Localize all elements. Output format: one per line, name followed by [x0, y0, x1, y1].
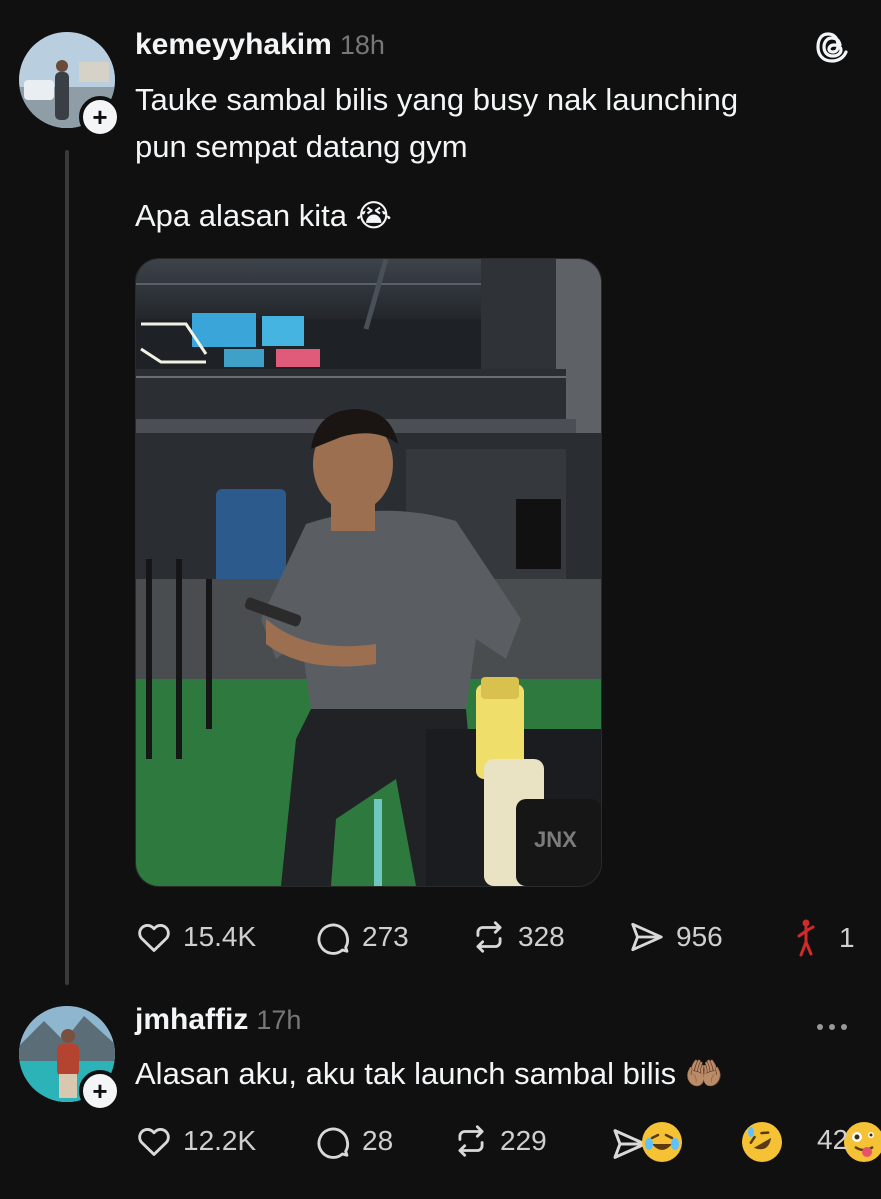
more-dots-icon[interactable]: [817, 1017, 853, 1035]
post-text-line-3-text: Apa alasan kita: [135, 198, 347, 233]
repost-icon: [476, 921, 502, 953]
send-icon: [631, 922, 663, 952]
zany-face-emoji-icon: [843, 1122, 881, 1162]
gym-photo: JNX: [136, 259, 601, 886]
laughing-tears-emoji-icon: [642, 1122, 682, 1162]
sticker-reaction[interactable]: 1: [795, 918, 855, 958]
reply-timestamp: 17h: [256, 1005, 302, 1035]
post-header: kemeyyhakim 18h: [135, 28, 385, 62]
reply-repost-count: 229: [500, 1125, 547, 1156]
reply-username[interactable]: jmhaffiz: [135, 1003, 248, 1037]
reply-reply-action[interactable]: 28: [314, 1122, 393, 1160]
threads-logo-icon[interactable]: [813, 27, 853, 72]
post-text-line-3: Apa alasan kita 😭: [135, 192, 835, 239]
svg-text:JNX: JNX: [534, 827, 577, 852]
like-action[interactable]: 15.4K: [135, 918, 256, 956]
rolling-laughing-emoji-icon: [742, 1122, 783, 1162]
plus-icon: +: [92, 102, 108, 132]
post-timestamp: 18h: [339, 30, 385, 60]
comment-bubble-icon: [317, 923, 350, 955]
post-username[interactable]: kemeyyhakim: [135, 28, 332, 62]
dancing-figure-sticker-icon: [797, 919, 815, 957]
reply-text: Alasan aku, aku tak launch sambal bilis: [135, 1056, 677, 1091]
praying-hands-emoji: 🤲🏽: [684, 1056, 724, 1091]
reaction-count: 42: [817, 1124, 848, 1156]
like-count: 15.4K: [183, 921, 257, 952]
share-count: 956: [676, 921, 723, 952]
post-text-line-1: Tauke sambal bilis yang busy nak launchi…: [135, 82, 739, 117]
repost-action[interactable]: 328: [470, 918, 565, 956]
reply-action[interactable]: 273: [314, 918, 409, 956]
reply-repost-action[interactable]: 229: [452, 1122, 547, 1160]
share-action[interactable]: 956: [628, 918, 723, 956]
post-image[interactable]: JNX: [135, 258, 602, 887]
reply-like-count: 12.2K: [183, 1125, 257, 1156]
repost-count: 328: [518, 921, 565, 952]
post-text-line-2: pun sempat datang gym: [135, 129, 468, 164]
reply-follow-plus-button[interactable]: +: [79, 1070, 121, 1112]
heart-icon: [138, 924, 170, 952]
plus-icon: +: [92, 1076, 108, 1106]
sticker-count: 1: [839, 922, 855, 953]
repost-icon: [458, 1125, 484, 1157]
reaction-count-value: 42: [817, 1124, 849, 1155]
thread-connector-line: [65, 150, 69, 985]
comment-bubble-icon: [317, 1127, 350, 1159]
crying-emoji: 😭: [355, 198, 392, 233]
reply-header: jmhaffiz 17h: [135, 1003, 301, 1037]
post-body: Tauke sambal bilis yang busy nak launchi…: [135, 76, 835, 239]
reply-share-with-reactions[interactable]: [610, 1120, 881, 1166]
follow-plus-button[interactable]: +: [79, 96, 121, 138]
reply-reply-count: 28: [362, 1125, 394, 1156]
heart-icon: [138, 1128, 170, 1156]
reply-like-action[interactable]: 12.2K: [135, 1122, 256, 1160]
reply-body: Alasan aku, aku tak launch sambal bilis …: [135, 1050, 835, 1097]
reply-count: 273: [362, 921, 409, 952]
